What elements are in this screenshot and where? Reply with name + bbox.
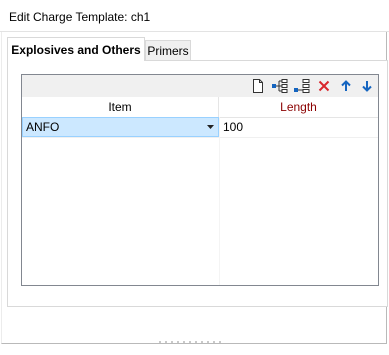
length-cell[interactable]: 100 — [219, 117, 378, 137]
table-row[interactable]: ANFO 100 — [22, 117, 378, 138]
grid-header: Item Length — [22, 97, 378, 118]
move-up-button[interactable] — [337, 77, 355, 95]
document-icon — [253, 79, 263, 93]
tree-insert-icon — [272, 79, 288, 93]
insert-row-button[interactable] — [293, 77, 311, 95]
grid-toolbar — [22, 75, 378, 98]
new-row-button[interactable] — [249, 77, 267, 95]
tab-explosives-and-others[interactable]: Explosives and Others — [7, 37, 145, 61]
window-title: Edit Charge Template: ch1 — [9, 10, 151, 24]
move-down-button[interactable] — [358, 77, 376, 95]
charge-grid: Item Length ANFO 100 — [21, 74, 379, 286]
chevron-down-icon[interactable] — [202, 118, 218, 136]
column-header-item[interactable]: Item — [22, 97, 219, 117]
row-insert-icon — [294, 79, 310, 93]
column-divider — [219, 117, 220, 285]
item-dropdown[interactable]: ANFO — [22, 117, 219, 137]
arrow-down-icon — [362, 81, 372, 92]
item-value: ANFO — [26, 120, 60, 134]
tab-primers[interactable]: Primers — [145, 40, 191, 61]
resize-grip[interactable] — [159, 341, 229, 345]
arrow-up-icon — [341, 80, 351, 91]
delete-row-button[interactable] — [315, 77, 333, 95]
column-header-length[interactable]: Length — [219, 97, 378, 117]
insert-child-button[interactable] — [271, 77, 289, 95]
delete-x-icon — [318, 80, 330, 92]
